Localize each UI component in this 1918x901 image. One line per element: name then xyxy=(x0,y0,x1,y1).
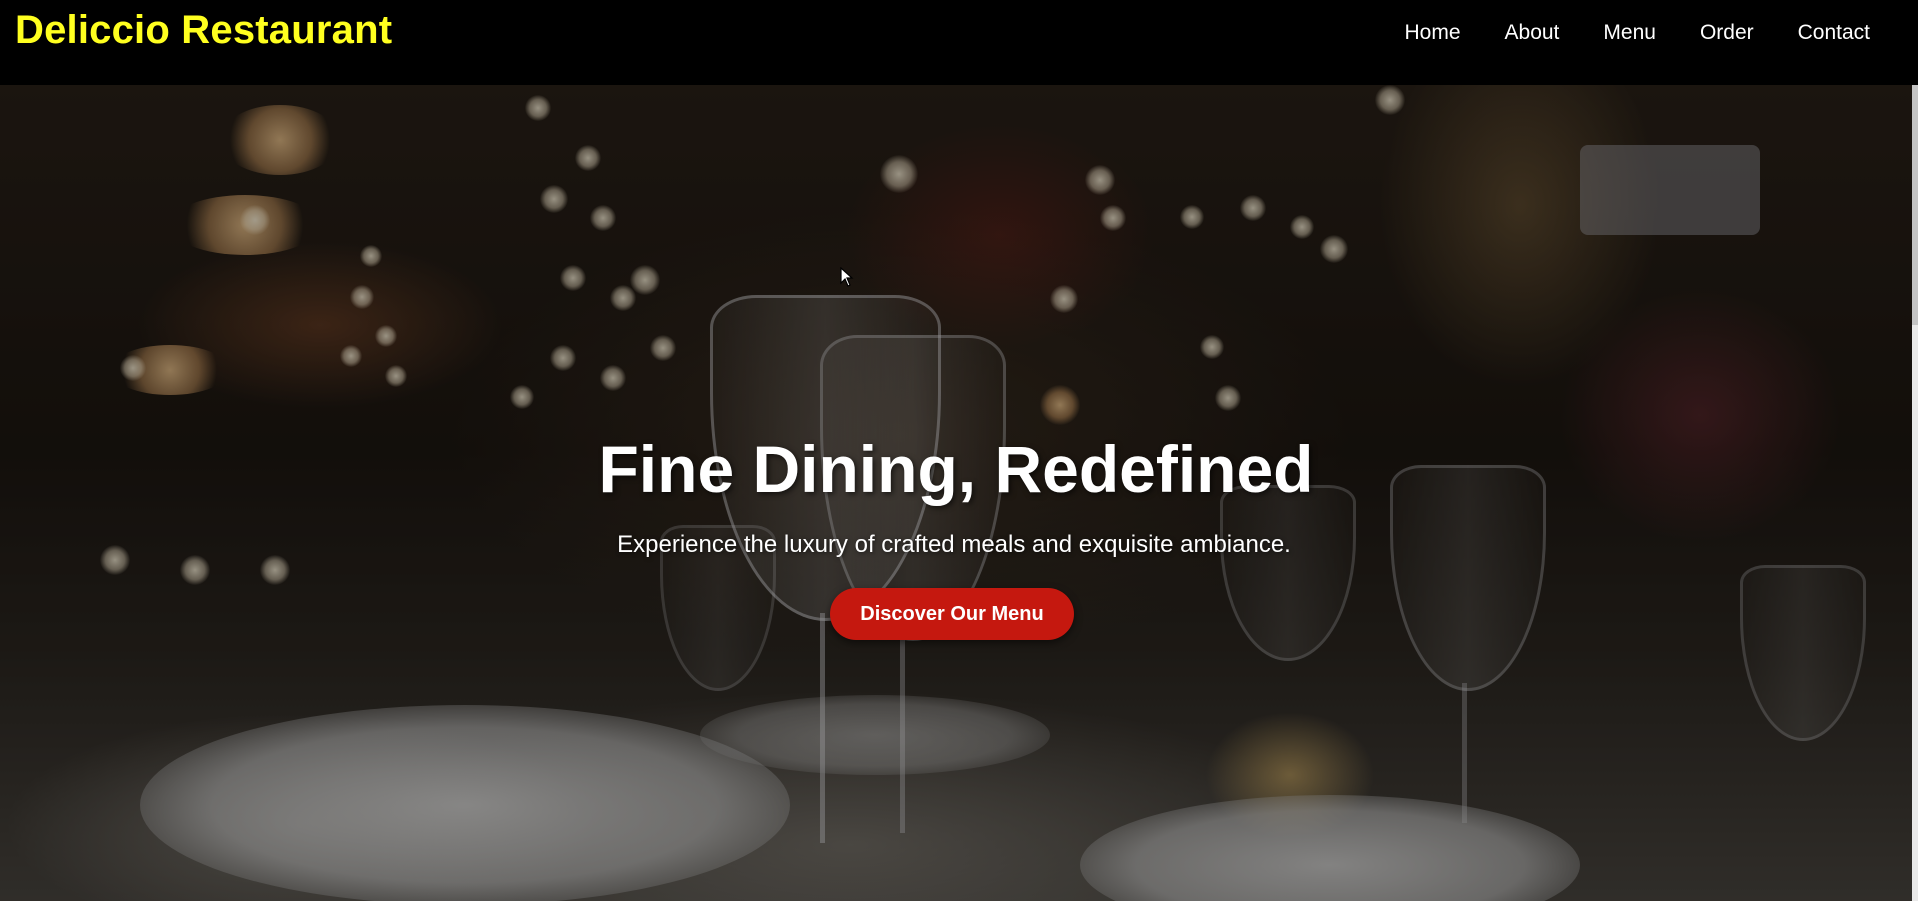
nav-order[interactable]: Order xyxy=(1700,21,1754,45)
site-header: Deliccio Restaurant Home About Menu Orde… xyxy=(0,0,1918,85)
nav-menu[interactable]: Menu xyxy=(1603,21,1656,45)
page: Deliccio Restaurant Home About Menu Orde… xyxy=(0,0,1918,901)
discover-menu-button[interactable]: Discover Our Menu xyxy=(830,588,1074,640)
nav-contact[interactable]: Contact xyxy=(1798,21,1870,45)
hero-section: Fine Dining, Redefined Experience the lu… xyxy=(0,85,1912,901)
hero-title: Fine Dining, Redefined xyxy=(598,432,1314,506)
main-nav: Home About Menu Order Contact xyxy=(1360,0,1870,66)
brand-logo[interactable]: Deliccio Restaurant xyxy=(15,8,392,53)
hero-subtitle: Experience the luxury of crafted meals a… xyxy=(617,531,1291,558)
nav-about[interactable]: About xyxy=(1505,21,1560,45)
page-scrollbar[interactable] xyxy=(1912,0,1918,901)
nav-home[interactable]: Home xyxy=(1404,21,1460,45)
mouse-cursor-icon xyxy=(840,267,854,287)
